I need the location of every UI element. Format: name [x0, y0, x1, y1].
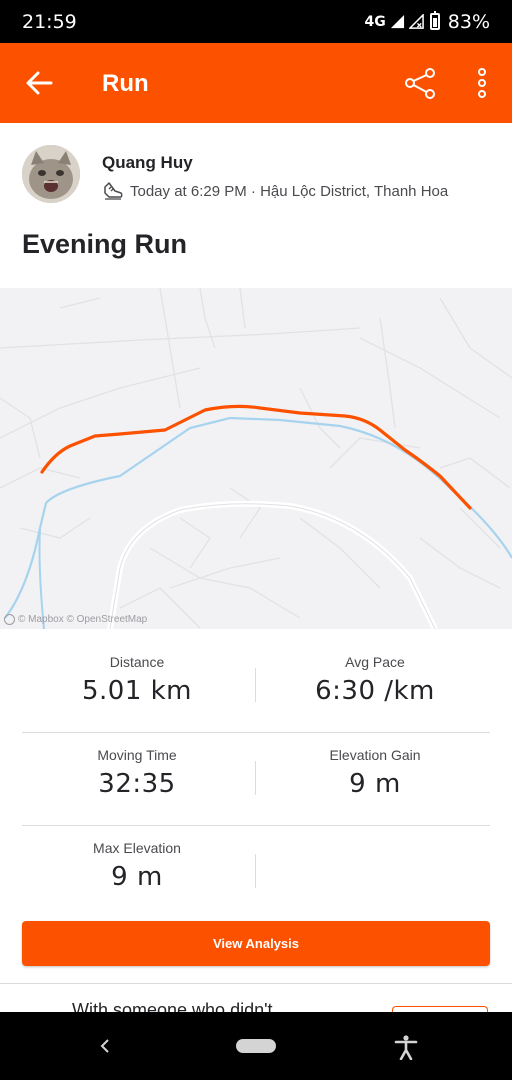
stats-row: Moving Time 32:35 Elevation Gain 9 m: [22, 733, 490, 826]
stat-label: Elevation Gain: [329, 747, 421, 763]
shoe-icon: [104, 182, 123, 200]
app-bar: Run: [0, 43, 512, 123]
more-vert-icon[interactable]: [470, 65, 494, 101]
battery-level: 83%: [447, 10, 490, 33]
map-credit-text: © Mapbox © OpenStreetMap: [18, 614, 148, 625]
stat-divider: [255, 854, 256, 888]
view-analysis-button[interactable]: View Analysis: [22, 921, 490, 966]
status-icons: 4G 83%: [365, 11, 490, 33]
cell-signal-x-icon: [408, 14, 424, 29]
cell-signal-icon: [390, 14, 404, 29]
share-icon[interactable]: [402, 65, 438, 101]
stats-row: Max Elevation 9 m: [22, 826, 490, 918]
stats-grid: Distance 5.01 km Avg Pace 6:30 /km Movin…: [22, 640, 490, 918]
activity-meta: Today at 6:29 PM · Hậu Lộc District, Tha…: [102, 180, 448, 202]
activity-title: Evening Run: [22, 229, 188, 259]
network-type: 4G: [364, 13, 386, 30]
stat-label: Distance: [109, 654, 165, 670]
nav-home-pill[interactable]: [236, 1039, 276, 1053]
cat-avatar-icon: [22, 145, 80, 203]
stat-value: 9 m: [111, 862, 163, 892]
nav-back-icon[interactable]: [96, 1036, 114, 1056]
accessibility-icon[interactable]: [394, 1034, 418, 1060]
stat-elevation-gain: Elevation Gain 9 m: [260, 747, 490, 799]
stat-label: Avg Pace: [345, 654, 405, 670]
stat-value: 6:30 /km: [315, 676, 435, 706]
route-map[interactable]: © Mapbox © OpenStreetMap: [0, 288, 512, 629]
stats-row: Distance 5.01 km Avg Pace 6:30 /km: [22, 640, 490, 733]
stat-value: 32:35: [98, 769, 176, 799]
map-canvas: [0, 288, 512, 629]
stat-avg-pace: Avg Pace 6:30 /km: [260, 654, 490, 706]
athlete-name[interactable]: Quang Huy: [102, 153, 193, 173]
avatar[interactable]: [22, 145, 80, 203]
stat-label: Moving Time: [97, 747, 177, 763]
status-bar: 21:59 4G 83%: [0, 0, 512, 43]
status-time: 21:59: [22, 10, 77, 33]
stat-value: 9 m: [349, 769, 401, 799]
stat-label: Max Elevation: [93, 840, 181, 856]
mapbox-logo-icon: [4, 614, 15, 625]
stat-max-elevation: Max Elevation 9 m: [22, 840, 252, 892]
stat-divider: [255, 761, 256, 795]
section-divider: [0, 983, 512, 984]
battery-icon: [429, 11, 440, 30]
activity-header: Quang Huy Today at 6:29 PM · Hậu Lộc Dis…: [0, 123, 512, 288]
back-arrow-icon[interactable]: [24, 69, 54, 97]
stat-divider: [255, 668, 256, 702]
stat-value: 5.01 km: [81, 676, 193, 706]
page-title: Run: [102, 70, 149, 97]
activity-date-location: Today at 6:29 PM · Hậu Lộc District, Tha…: [130, 182, 449, 200]
stat-moving-time: Moving Time 32:35: [22, 747, 252, 799]
stat-distance: Distance 5.01 km: [22, 654, 252, 706]
map-attribution[interactable]: © Mapbox © OpenStreetMap: [4, 614, 147, 625]
